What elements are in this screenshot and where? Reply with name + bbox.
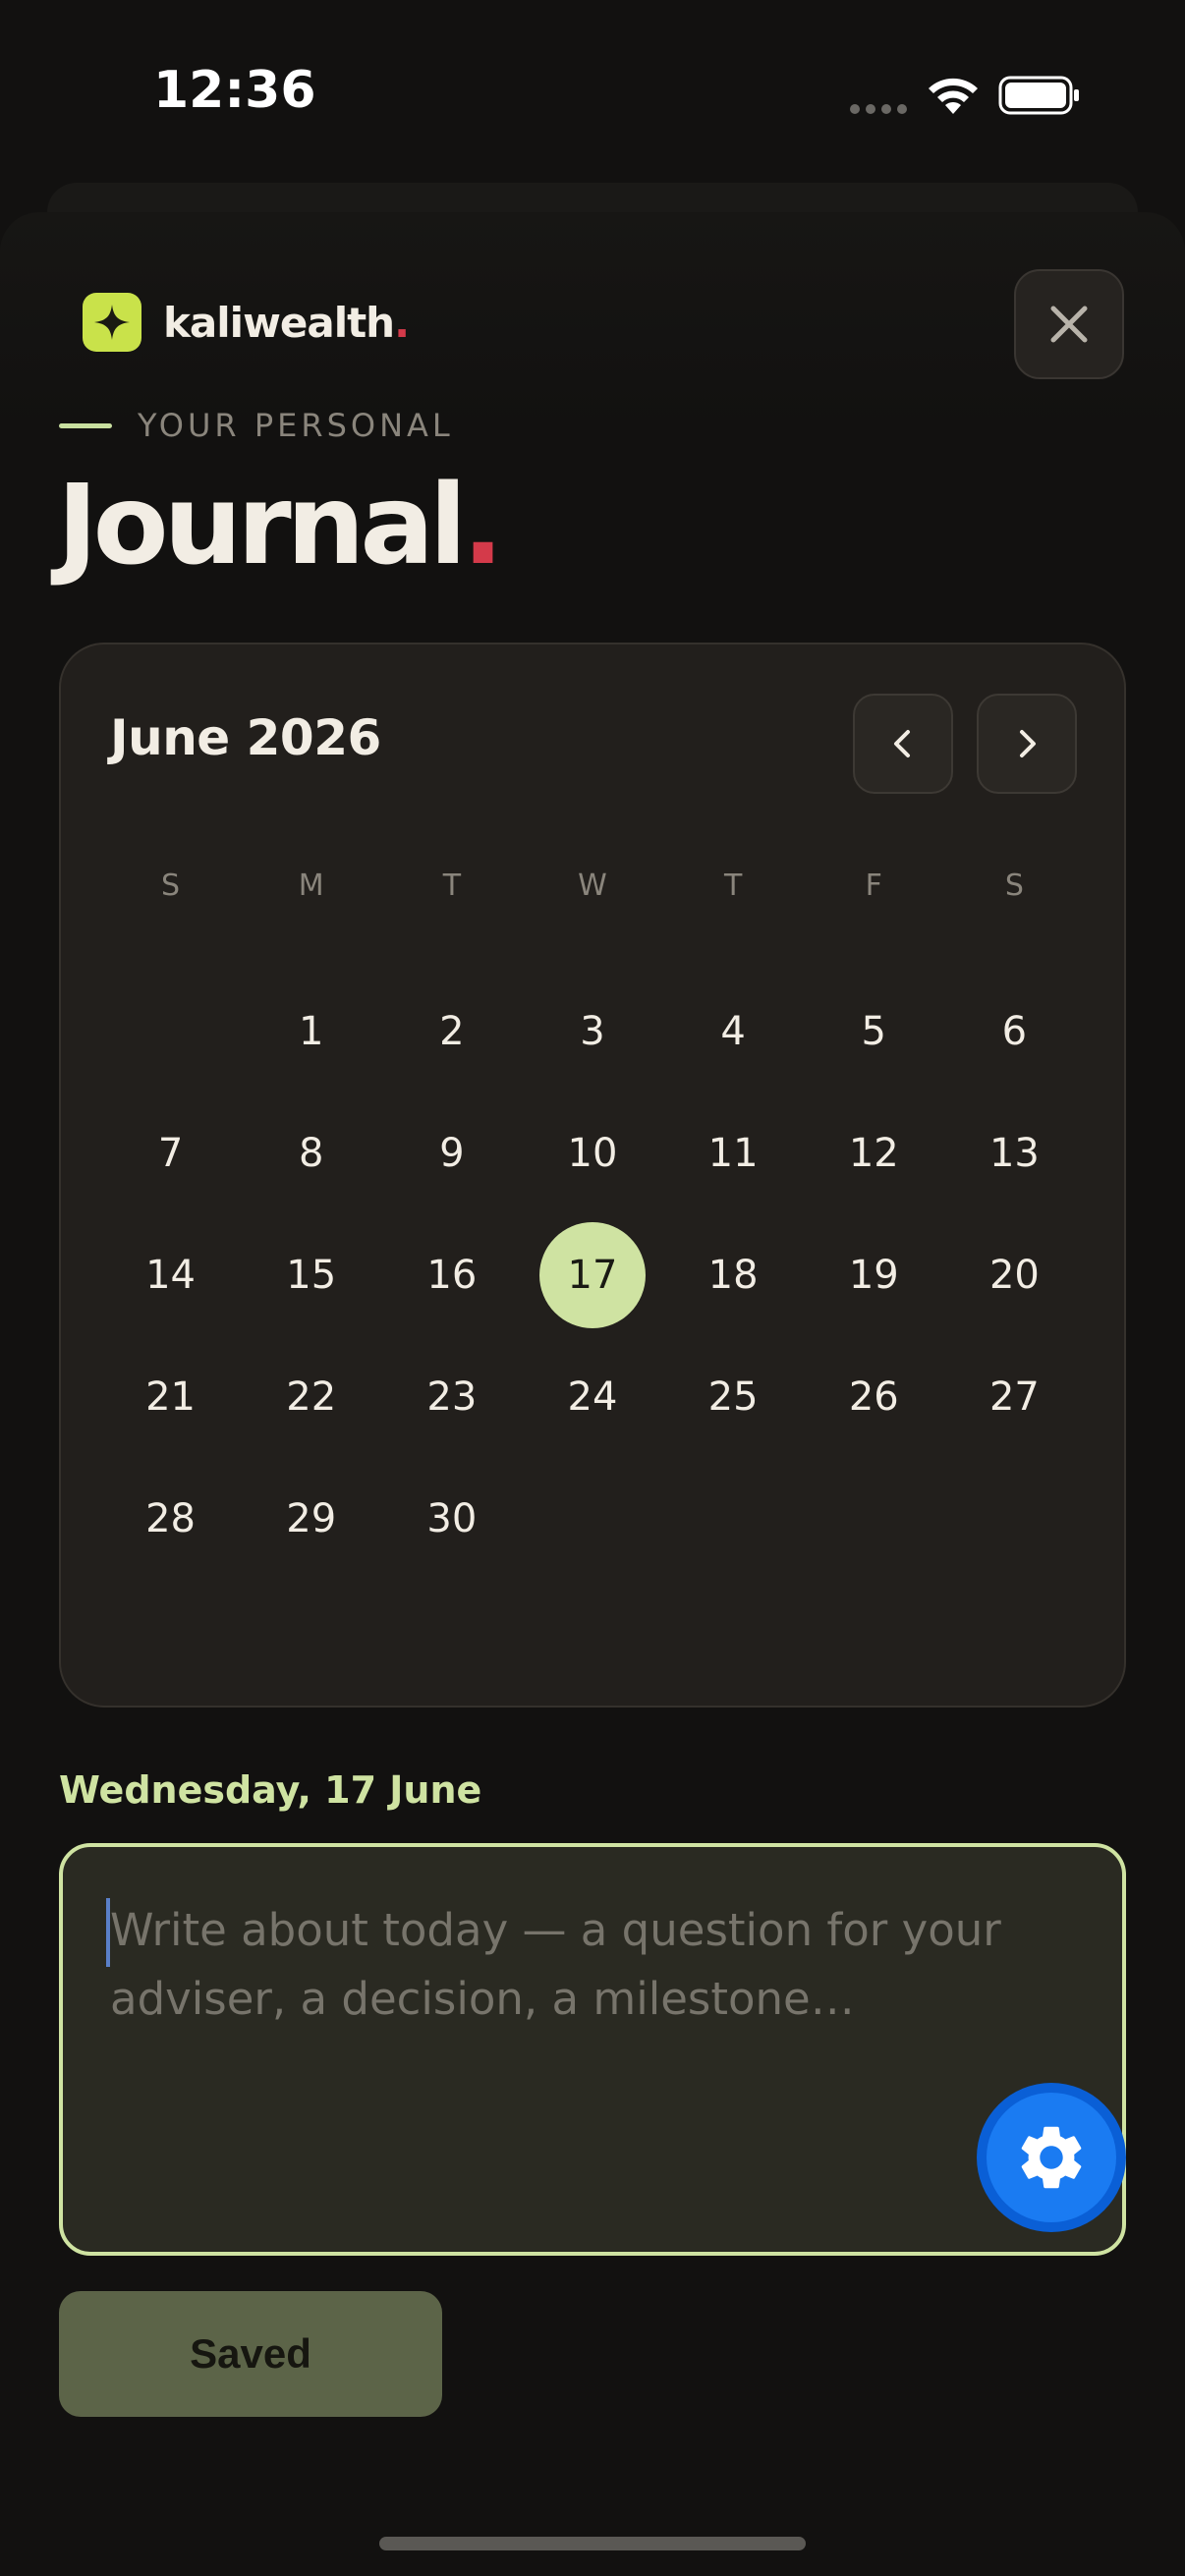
- calendar-days: 1 2 3 4 5 6 7 8 9 10 11 12 13 14 15 16 17 18 19 20 21 22 23 24 2…: [100, 971, 1085, 1580]
- weekday-label: M: [298, 868, 324, 903]
- calendar-day-number: 29: [286, 1496, 337, 1541]
- calendar: June 2026 SMTWTFS 1 2 3 4 5 6 7 8 9 10 11 12 13 14 15 1…: [59, 643, 1126, 1708]
- eyebrow-divider: [59, 422, 112, 428]
- calendar-day-number: 10: [567, 1131, 618, 1176]
- calendar-day[interactable]: 25: [663, 1336, 804, 1458]
- calendar-day-number: 30: [426, 1496, 478, 1541]
- calendar-day[interactable]: 1: [241, 971, 381, 1092]
- calendar-day-number: 25: [707, 1374, 759, 1420]
- eyebrow: YOUR PERSONAL: [59, 407, 454, 444]
- calendar-day-number: 16: [426, 1253, 478, 1298]
- next-month-button[interactable]: [977, 694, 1077, 794]
- weekday-label: S: [161, 868, 181, 903]
- calendar-day-number: 2: [439, 1009, 465, 1054]
- journal-entry-placeholder: Write about today — a question for your …: [110, 1904, 1001, 2025]
- calendar-day-number: 26: [848, 1374, 899, 1420]
- home-indicator[interactable]: [379, 2537, 806, 2550]
- chevron-left-icon: [894, 730, 910, 757]
- chevron-right-icon: [1020, 730, 1036, 757]
- settings-fab[interactable]: [977, 2083, 1126, 2232]
- calendar-day-number: 1: [298, 1009, 324, 1054]
- calendar-day[interactable]: 3: [522, 971, 662, 1092]
- selected-date-heading: Wednesday, 17 June: [59, 1768, 482, 1812]
- calendar-day[interactable]: 7: [100, 1092, 241, 1214]
- weekday-label: W: [578, 868, 607, 903]
- calendar-day[interactable]: 29: [241, 1458, 381, 1580]
- calendar-day[interactable]: 21: [100, 1336, 241, 1458]
- calendar-day[interactable]: 20: [944, 1214, 1085, 1336]
- weekday-header: SMTWTFS: [100, 868, 1085, 903]
- calendar-day-number: 11: [707, 1131, 759, 1176]
- cellular-signal-icon: [850, 104, 907, 114]
- calendar-day[interactable]: 9: [381, 1092, 522, 1214]
- calendar-day-number: 28: [145, 1496, 197, 1541]
- journal-entry-field[interactable]: Write about today — a question for your …: [59, 1843, 1126, 2256]
- calendar-day-number: 5: [861, 1009, 886, 1054]
- calendar-day-number: 14: [145, 1253, 197, 1298]
- status-time: 12:36: [153, 61, 316, 120]
- calendar-day-number: 22: [286, 1374, 337, 1420]
- calendar-day-number: 6: [1001, 1009, 1028, 1054]
- page-title: Journal.: [57, 462, 504, 589]
- calendar-day[interactable]: 22: [241, 1336, 381, 1458]
- eyebrow-text: YOUR PERSONAL: [138, 407, 454, 444]
- sparkle-icon: [83, 293, 141, 352]
- calendar-day-number: 12: [848, 1131, 899, 1176]
- gear-icon: [1021, 2126, 1082, 2189]
- month-label: June 2026: [110, 709, 381, 766]
- calendar-day-number: 4: [720, 1009, 746, 1054]
- calendar-day-number: 24: [567, 1374, 618, 1420]
- calendar-day[interactable]: 16: [381, 1214, 522, 1336]
- calendar-day-number: 23: [426, 1374, 478, 1420]
- weekday-label: T: [442, 868, 462, 903]
- calendar-day[interactable]: 12: [804, 1092, 944, 1214]
- calendar-day[interactable]: 26: [804, 1336, 944, 1458]
- saved-button[interactable]: Saved: [59, 2291, 442, 2417]
- calendar-day[interactable]: 8: [241, 1092, 381, 1214]
- calendar-day-number: 9: [439, 1131, 465, 1176]
- status-bar: 12:36: [0, 0, 1185, 187]
- calendar-day[interactable]: 28: [100, 1458, 241, 1580]
- calendar-day[interactable]: 5: [804, 971, 944, 1092]
- calendar-day[interactable]: 19: [804, 1214, 944, 1336]
- calendar-day[interactable]: 18: [663, 1214, 804, 1336]
- calendar-day-number: 20: [988, 1253, 1040, 1298]
- calendar-day[interactable]: 15: [241, 1214, 381, 1336]
- calendar-day-number: 15: [286, 1253, 337, 1298]
- weekday-label: S: [1004, 868, 1024, 903]
- calendar-day-number: 19: [848, 1253, 899, 1298]
- calendar-day-number: 17: [538, 1222, 646, 1328]
- calendar-day[interactable]: 13: [944, 1092, 1085, 1214]
- calendar-day-selected[interactable]: 17: [522, 1214, 662, 1336]
- brand: kaliwealth.: [83, 293, 410, 352]
- close-button[interactable]: [1014, 269, 1124, 379]
- calendar-day[interactable]: 24: [522, 1336, 662, 1458]
- calendar-day-number: 8: [298, 1131, 324, 1176]
- calendar-day[interactable]: 4: [663, 971, 804, 1092]
- calendar-day-number: 13: [988, 1131, 1040, 1176]
- calendar-day[interactable]: 10: [522, 1092, 662, 1214]
- calendar-day-number: 27: [988, 1374, 1040, 1420]
- weekday-label: T: [723, 868, 743, 903]
- calendar-day[interactable]: 30: [381, 1458, 522, 1580]
- calendar-day[interactable]: 23: [381, 1336, 522, 1458]
- calendar-empty-cell: [100, 971, 241, 1092]
- calendar-day-number: 21: [145, 1374, 197, 1420]
- wifi-icon: [929, 78, 978, 114]
- brand-name: kaliwealth.: [163, 298, 410, 347]
- calendar-day-number: 3: [580, 1009, 605, 1054]
- calendar-day-number: 7: [157, 1131, 184, 1176]
- calendar-day[interactable]: 14: [100, 1214, 241, 1336]
- close-icon: [1050, 306, 1088, 343]
- settings-fab-inner: [987, 2093, 1116, 2222]
- calendar-day-number: 18: [707, 1253, 759, 1298]
- calendar-day[interactable]: 27: [944, 1336, 1085, 1458]
- weekday-label: F: [865, 868, 882, 903]
- calendar-day[interactable]: 2: [381, 971, 522, 1092]
- calendar-day[interactable]: 6: [944, 971, 1085, 1092]
- battery-icon: [998, 76, 1079, 115]
- calendar-day[interactable]: 11: [663, 1092, 804, 1214]
- previous-month-button[interactable]: [853, 694, 953, 794]
